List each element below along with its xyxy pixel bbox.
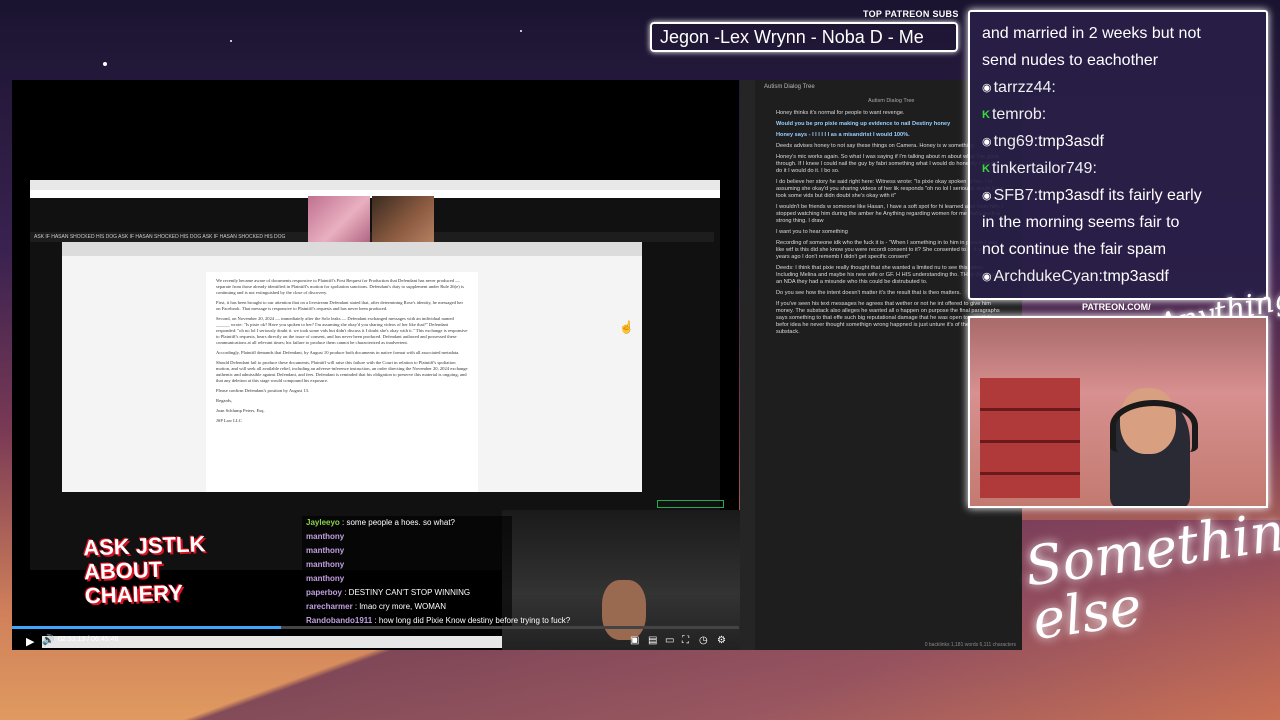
chat-username: tarrzz44:: [993, 79, 1056, 97]
notes-tab[interactable]: Autism Dialog Tree: [868, 98, 914, 104]
document-paragraph: Regards,: [216, 398, 233, 403]
video-chat-message: : some people a hoes. so what?: [339, 518, 455, 527]
video-chat-user: manthony: [306, 560, 345, 569]
fullscreen-icon[interactable]: ⛶: [682, 635, 689, 646]
chat-text: tmp3asdf: [1103, 268, 1169, 286]
video-chat-overlay: Jayleeyo : some people a hoes. so what? m…: [302, 516, 570, 628]
mouse-cursor-icon: ☝: [619, 320, 634, 334]
notes-status: 0 backlinks 1,181 words 6,111 characters: [924, 642, 1016, 648]
video-chat-user: Jayleeyo: [306, 518, 340, 527]
video-chat-user: paperboy: [306, 588, 343, 597]
video-chat-user: rarecharmer: [306, 602, 353, 611]
video-chat-user: manthony: [306, 532, 345, 541]
video-chat-line: manthony: [302, 558, 512, 572]
chat-username: temrob:: [991, 106, 1047, 124]
document-paragraph: Second, on November 20, 2024 — immediate…: [216, 316, 468, 345]
video-chat-user: manthony: [306, 546, 345, 555]
chat-username: tinkertailor749:: [991, 160, 1097, 178]
chat-badge-icon: ◉: [982, 82, 992, 94]
chat-message: in the morning seems fair to: [982, 211, 1179, 235]
document-paragraph: Accordingly, Plaintiff demands that Defe…: [216, 350, 460, 355]
chat-message: send nudes to eachother: [982, 49, 1158, 73]
subtitles-icon[interactable]: ▣: [630, 635, 639, 646]
document-paragraph: First, it has been brought to our attent…: [216, 300, 463, 311]
shelf: [980, 378, 1080, 498]
video-chat-message: : DESTINY CAN'T STOP WINNING: [342, 588, 471, 597]
chat-badge-icon: ◉: [982, 136, 992, 148]
twitch-chat: and married in 2 weeks but not send nudes…: [968, 10, 1268, 300]
chat-username: SFB7:: [993, 187, 1039, 205]
chat-text: tmp3asdf its fairly early: [1038, 187, 1202, 205]
video-chat-message: : how long did Pixie Know destiny before…: [372, 616, 571, 625]
chat-message: ◉ tng69:tmp3asdf: [982, 130, 1104, 154]
chat-text: send nudes to eachother: [982, 52, 1159, 69]
chat-message: Ktinkertailor749:: [982, 157, 1097, 181]
chat-badge-icon: K: [982, 163, 990, 175]
play-icon[interactable]: ▶: [26, 635, 34, 648]
chat-badge-icon: ◉: [982, 271, 992, 283]
document-paragraph: Should Defendant fail to produce these d…: [216, 360, 468, 383]
volume-icon[interactable]: 🔊: [42, 635, 54, 646]
player-controls: ▶ 🔊 02:33:13 / 06:45:46 ▣ ▤ ▭ ⛶ ◷ ⚙: [12, 626, 739, 650]
chat-text: in the morning seems fair to: [982, 214, 1180, 231]
patreon-url: PATREON.COM/: [1082, 302, 1151, 312]
document-toolbar: [62, 242, 642, 256]
video-chat-line: paperboy : DESTINY CAN'T STOP WINNING: [302, 586, 512, 600]
document-paragraph: We recently became aware of documents re…: [216, 278, 464, 295]
miniplayer-icon[interactable]: ▤: [648, 635, 657, 646]
notes-title: Autism Dialog Tree: [764, 84, 815, 90]
video-chat-line: manthony: [302, 530, 512, 544]
progress-bar[interactable]: [12, 626, 739, 629]
patreon-subs-names: Jegon -Lex Wrynn - Noba D - Me: [650, 22, 958, 52]
chat-username: tng69:: [993, 133, 1039, 151]
progress-outline: [657, 500, 724, 508]
document-page: We recently became aware of documents re…: [206, 272, 478, 492]
video-chat-user: Randobando1911: [306, 616, 373, 625]
chat-text: tmp3asdf: [1038, 133, 1104, 151]
ask-overlay-text: ASK JSTLK ABOUT CHAIERY: [82, 531, 206, 609]
chat-message: ◉ tarrzz44:: [982, 76, 1056, 100]
progress-fill: [12, 626, 281, 629]
theater-icon[interactable]: ▭: [665, 635, 674, 646]
headset-icon: [1110, 400, 1198, 452]
webcam: [968, 316, 1268, 508]
patreon-subs-title: TOP PATREON SUBS: [863, 9, 959, 19]
video-chat-user: manthony: [306, 574, 345, 583]
chat-badge-icon: K: [982, 109, 990, 121]
video-chat-line: manthony: [302, 572, 512, 586]
document-window: We recently became aware of documents re…: [62, 242, 642, 492]
time-display: 02:33:13 / 06:45:46: [58, 636, 119, 643]
chat-username: ArchdukeCyan:: [993, 268, 1103, 286]
chat-message: Ktemrob:: [982, 103, 1046, 127]
notes-sidebar: [740, 80, 755, 650]
clock-icon[interactable]: ◷: [699, 635, 708, 646]
video-chat-line: manthony: [302, 544, 512, 558]
document-paragraph: Joan Schlump Peters, Esq.: [216, 408, 265, 413]
document-paragraph: Please confirm Defendant's position by A…: [216, 388, 310, 393]
chat-message: and married in 2 weeks but not: [982, 22, 1201, 46]
settings-gear-icon[interactable]: ⚙: [717, 635, 726, 646]
chat-badge-icon: ◉: [982, 190, 992, 202]
chat-text: not continue the fair spam: [982, 241, 1167, 258]
chat-message: ◉ ArchdukeCyan:tmp3asdf: [982, 265, 1169, 289]
chat-message: not continue the fair spam: [982, 238, 1166, 262]
video-player[interactable]: ASK IF HASAN SHOCKED HIS DOG ASK IF HASA…: [12, 80, 750, 650]
video-chat-message: : lmao cry more, WOMAN: [352, 602, 447, 611]
video-chat-line: Jayleeyo : some people a hoes. so what?: [302, 516, 512, 530]
chat-message: ◉ SFB7:tmp3asdf its fairly early: [982, 184, 1202, 208]
document-paragraph: JSP Law LLC: [216, 418, 242, 423]
video-chat-line: rarecharmer : lmao cry more, WOMAN: [302, 600, 512, 614]
chat-text: and married in 2 weeks but not: [982, 25, 1201, 42]
browser-tabbar: [30, 180, 720, 190]
